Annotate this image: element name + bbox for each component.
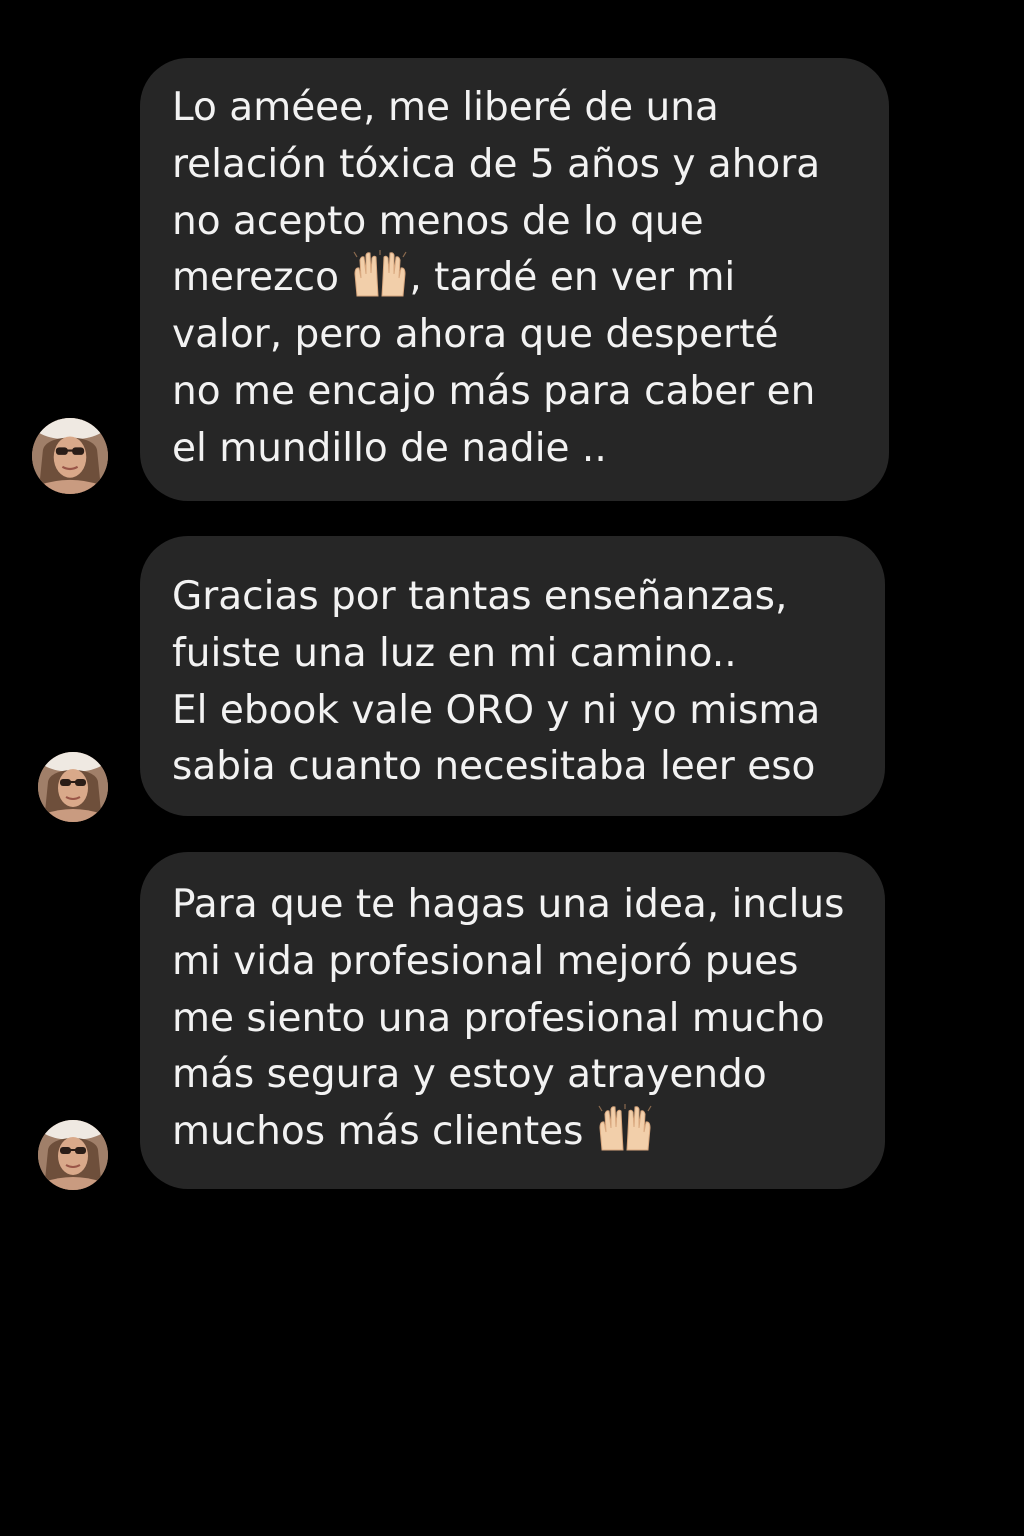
- message-line-with-emoji: muchos más clientes: [172, 1104, 873, 1161]
- profile-photo: [38, 752, 108, 822]
- message-line: valor, pero ahora que desperté: [172, 312, 779, 358]
- message-line: Lo améee, me liberé de una: [172, 85, 719, 130]
- message-line: relación tóxica de 5 años y ahora: [172, 141, 821, 187]
- message-line: no acepto menos de lo que: [172, 198, 704, 244]
- message-line: no me encajo más para caber en: [172, 368, 816, 414]
- message-line: más segura y estoy atrayendo: [172, 1052, 767, 1098]
- sender-avatar[interactable]: [38, 752, 108, 822]
- message-line: fuiste una luz en mi camino..: [172, 630, 737, 676]
- message-bubble[interactable]: Para que te hagas una idea, inclus mi vi…: [140, 852, 885, 1189]
- profile-photo: [32, 418, 108, 494]
- message-bubble[interactable]: Lo améee, me liberé de una relación tóxi…: [140, 58, 889, 501]
- sender-avatar[interactable]: [32, 418, 108, 494]
- message-text: muchos más clientes: [172, 1109, 584, 1155]
- message-line: Para que te hagas una idea, inclus: [172, 882, 845, 927]
- chat-thread: Lo améee, me liberé de una relación tóxi…: [0, 0, 1024, 1536]
- message-line: El ebook vale ORO y ni yo misma: [172, 687, 821, 733]
- message-text: , tardé en ver mi: [409, 255, 736, 301]
- sender-avatar[interactable]: [38, 1120, 108, 1190]
- raising-hands-emoji: [353, 250, 407, 297]
- message-line: Gracias por tantas enseñanzas,: [172, 574, 788, 619]
- profile-photo: [38, 1120, 108, 1190]
- message-text: merezco: [172, 255, 339, 301]
- message-line: el mundillo de nadie ..: [172, 425, 607, 471]
- message-line: me siento una profesional mucho: [172, 995, 825, 1041]
- message-line: mi vida profesional mejoró pues: [172, 938, 799, 984]
- message-line: sabia cuanto necesitaba leer eso: [172, 744, 816, 790]
- message-bubble[interactable]: Gracias por tantas enseñanzas, fuiste un…: [140, 536, 885, 816]
- message-line-with-emoji: merezco , tardé en ver mi: [172, 250, 877, 307]
- raising-hands-emoji: [598, 1104, 652, 1151]
